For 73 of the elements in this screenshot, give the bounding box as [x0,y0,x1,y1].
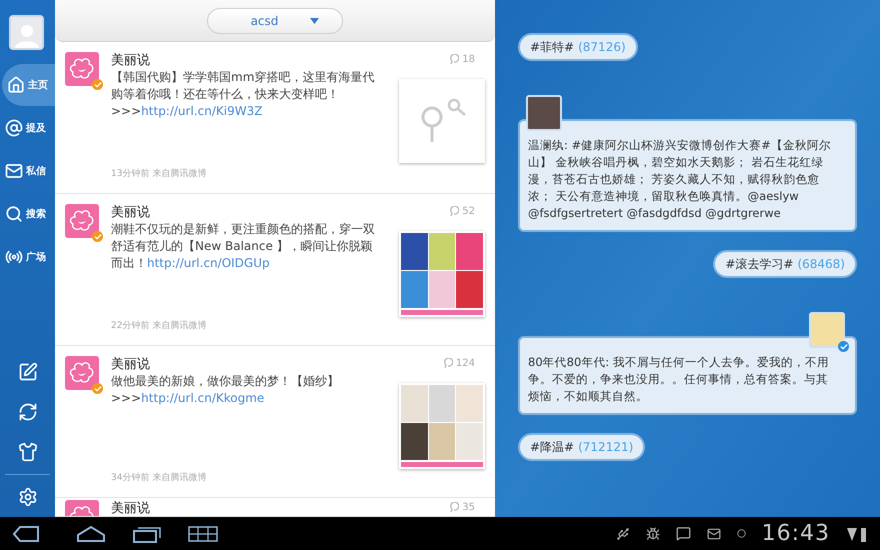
topic-pill[interactable]: #降温# (712121) [518,433,646,461]
comment-count: 35 [462,501,475,515]
nav-label: 主页 [28,78,48,92]
account-dropdown[interactable]: acsd [207,8,343,34]
comment-icon [449,502,460,513]
nav-label: 搜索 [26,208,46,222]
mail-icon [5,162,23,180]
author-name: 美丽说 [111,356,151,373]
topic-count: (87126) [578,39,626,56]
grid-icon[interactable] [188,526,218,542]
comment-icon [449,206,460,217]
mail-icon[interactable] [706,526,721,540]
author-name: 美丽说 [111,500,151,516]
topic-pill[interactable]: #滚去学习# (68468) [713,250,857,278]
comment-count: 124 [456,357,475,371]
status-text: 80年代80年代: 我不屑与任何一个人去争。爱我的，不用争。不爱的，争来也没用。。任何事情，总有答案。与其烦恼，不如顺其自然。 [528,354,830,405]
post-link[interactable]: http://url.cn/Ki9W3Z [141,104,262,118]
recent-apps-icon[interactable] [132,524,162,542]
post-card[interactable]: 美丽说 做他最美的新娘，做你最美的梦！【婚纱】>>>http://url.cn/Kkogme 34分钟前 来自腾讯微博 124 [55,346,495,498]
nav-label: 私信 [26,164,46,178]
back-icon[interactable] [12,524,40,542]
topic-count: (68468) [797,256,845,273]
nav-item[interactable]: 提及 [0,107,55,149]
flower-logo-icon [65,204,99,238]
post-card[interactable]: 美丽说 潮鞋不仅玩的是新鲜，更注重颜色的搭配，穿一双舒适有范儿的【New Balance 】，瞬间让你脱颖而出！http://url.cn/OIDGUp 22分钟前 来自腾讯微博 52 [55,194,495,346]
post-meta: 13分钟前 来自腾讯微博 [111,168,208,180]
post-card[interactable]: 美丽说 【韩国代购】学学韩国mm穿搭吧，这里有海量代购等着你哦！还在等什么，快来大变样吧！>>>http://url.cn/Ki9W3Z 13分钟前 来自腾讯微博 18 [55,42,495,194]
avatar-placeholder[interactable] [809,312,845,348]
post-text: 潮鞋不仅玩的是新鲜，更注重颜色的搭配，穿一双舒适有范儿的【New Balance 】，瞬间让你脱颖而出！http://url.cn/OIDGUp [111,221,376,272]
broadcast-icon [5,248,23,266]
status-card[interactable]: 温澜纨: #健康阿尔山杯游兴安微博创作大赛#【金秋阿尔山】 金秋峡谷唱丹枫，碧空如水天鹅影； 岩石生花红绿漫，苔苍石古也娇雄； 芳姿久藏人不知，赋得秋韵色愈浓； 天公有意造神境，留取秋色唤真情。@aeslyw @fsdfgsertretert @fasdgdfdsd @gdrtgrerwe [518,119,857,232]
caret-icon [310,18,320,24]
post-link[interactable]: http://url.cn/OIDGUp [147,256,270,270]
status-card[interactable]: 80年代80年代: 我不屑与任何一个人去争。爱我的，不用争。不爱的，争来也没用。。任何事情，总有答案。与其烦恼，不如顺其自然。 [518,336,857,415]
post-meta: 34分钟前 来自腾讯微博 [111,472,208,484]
settings-icon[interactable] [18,487,38,507]
refresh-icon[interactable] [18,402,38,422]
clock: 16:43 [762,522,830,544]
topic-name: #滚去学习# [725,256,794,273]
post-text: 做他最美的新娘，做你最美的梦！【婚纱】>>>http://url.cn/Kkogme [111,373,340,407]
post-link[interactable]: http://url.cn/Kkogme [141,391,264,405]
author-name: 美丽说 [111,52,151,69]
nav-label: 提及 [26,122,46,136]
topic-name: #降温# [530,439,574,456]
nav-label: 广场 [26,250,46,264]
comment-icon [442,358,453,369]
home-icon[interactable] [76,524,106,542]
bug-icon[interactable] [646,526,660,540]
circle-icon[interactable] [736,529,746,538]
compose-icon[interactable] [18,362,38,382]
post-meta: 22分钟前 来自腾讯微博 [111,320,208,332]
topic-count: (712121) [578,439,634,456]
nav-item[interactable]: 广场 [0,236,55,278]
status-text: 温澜纨: #健康阿尔山杯游兴安微博创作大赛#【金秋阿尔山】 金秋峡谷唱丹枫，碧空如水天鹅影； 岩石生花红绿漫，苔苍石古也娇雄； 芳姿久藏人不知，赋得秋韵色愈浓； 天公有意造神境，留取秋色唤真情。@aeslyw @fsdfgsertretert @fasdgdfdsd @gdrtgrerwe [528,137,832,222]
topic-pill[interactable]: #菲特# (87126) [518,33,638,61]
at-sign-icon [5,119,23,137]
comment-icon [449,54,460,65]
app-notification-icon[interactable] [676,526,691,541]
person-silhouette-icon [14,22,40,48]
flower-logo-icon [65,52,99,86]
avatar-placeholder[interactable] [526,95,562,131]
usb-icon[interactable] [616,526,630,540]
comment-count: 18 [462,53,475,67]
shirt-icon[interactable] [18,442,38,462]
nav-item[interactable]: 搜索 [0,193,55,235]
flower-logo-icon [65,356,99,390]
comment-count: 52 [462,205,475,219]
post-text: 【韩国代购】学学韩国mm穿搭吧，这里有海量代购等着你哦！还在等什么，快来大变样吧！>>>http://url.cn/Ki9W3Z [111,69,376,120]
home-icon [7,76,25,94]
search-icon [5,205,23,223]
topic-name: #菲特# [530,39,574,56]
nav-item[interactable]: 私信 [0,150,55,192]
author-name: 美丽说 [111,204,151,221]
